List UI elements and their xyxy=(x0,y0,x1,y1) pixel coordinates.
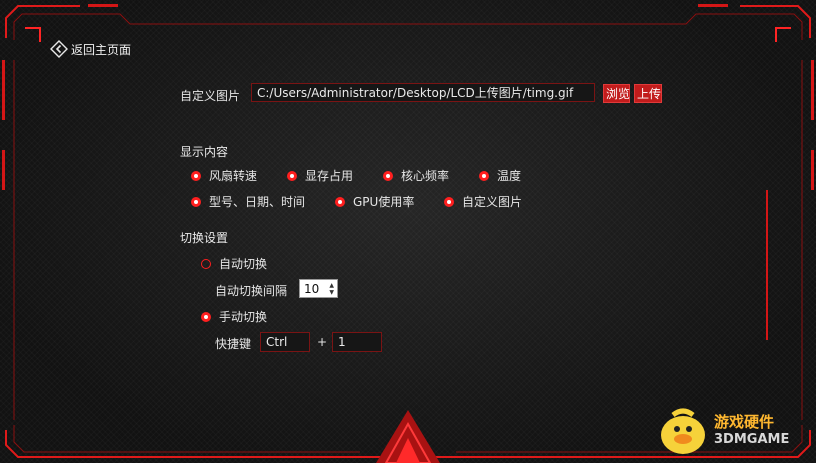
interval-label: 自动切换间隔 xyxy=(215,284,288,298)
back-label: 返回主页面 xyxy=(71,42,132,57)
radio-icon xyxy=(383,170,393,181)
option-label: 型号、日期、时间 xyxy=(209,195,306,209)
window-frame xyxy=(2,4,814,463)
option-core-clock[interactable]: 核心频率 xyxy=(383,167,449,184)
switch-settings-title: 切换设置 xyxy=(180,231,229,245)
browse-button[interactable]: 浏览 xyxy=(603,84,630,103)
option-label: 核心频率 xyxy=(401,169,450,183)
watermark-brand: 3DMGAME xyxy=(714,432,790,447)
option-model-date-time[interactable]: 型号、日期、时间 xyxy=(191,193,305,210)
interval-value: 10 xyxy=(304,282,320,296)
option-label: 温度 xyxy=(497,169,522,183)
interval-stepper[interactable]: 10 ▲ ▼ xyxy=(299,279,338,298)
chevron-left-icon xyxy=(50,40,68,58)
upload-button[interactable]: 上传 xyxy=(634,84,662,103)
auto-switch-label: 自动切换 xyxy=(219,257,268,271)
auto-switch-radio[interactable]: 自动切换 xyxy=(201,255,267,272)
watermark-title: 游戏硬件 xyxy=(714,413,775,431)
back-to-home-button[interactable]: 返回主页面 xyxy=(50,40,131,58)
custom-image-label: 自定义图片 xyxy=(180,89,241,103)
option-label: GPU使用率 xyxy=(353,195,415,209)
option-gpu-usage[interactable]: GPU使用率 xyxy=(335,193,414,210)
hotkey-plus: + xyxy=(317,335,328,349)
option-temperature[interactable]: 温度 xyxy=(479,167,521,184)
hotkey-label: 快捷键 xyxy=(215,337,252,351)
radio-icon xyxy=(444,196,454,207)
duck-mascot-icon xyxy=(661,408,705,454)
stepper-arrows-icon[interactable]: ▲ ▼ xyxy=(329,282,334,296)
option-label: 自定义图片 xyxy=(462,195,523,209)
option-fan-speed[interactable]: 风扇转速 xyxy=(191,167,257,184)
radio-icon xyxy=(201,311,211,322)
radio-icon xyxy=(479,170,489,181)
display-content-title: 显示内容 xyxy=(180,145,229,159)
hotkey-key-field[interactable]: 1 xyxy=(332,332,382,352)
manual-switch-radio[interactable]: 手动切换 xyxy=(201,308,267,325)
radio-icon xyxy=(191,170,201,181)
hotkey-modifier-field[interactable]: Ctrl xyxy=(260,332,310,352)
radio-icon xyxy=(191,196,201,207)
radio-icon xyxy=(287,170,297,181)
radio-icon xyxy=(335,196,345,207)
radio-icon xyxy=(201,258,211,269)
option-custom-image[interactable]: 自定义图片 xyxy=(444,193,522,210)
option-label: 显存占用 xyxy=(305,169,354,183)
option-vram-usage[interactable]: 显存占用 xyxy=(287,167,353,184)
option-label: 风扇转速 xyxy=(209,169,258,183)
image-path-field[interactable]: C:/Users/Administrator/Desktop/LCD上传图片/t… xyxy=(251,83,595,102)
manual-switch-label: 手动切换 xyxy=(219,310,268,324)
